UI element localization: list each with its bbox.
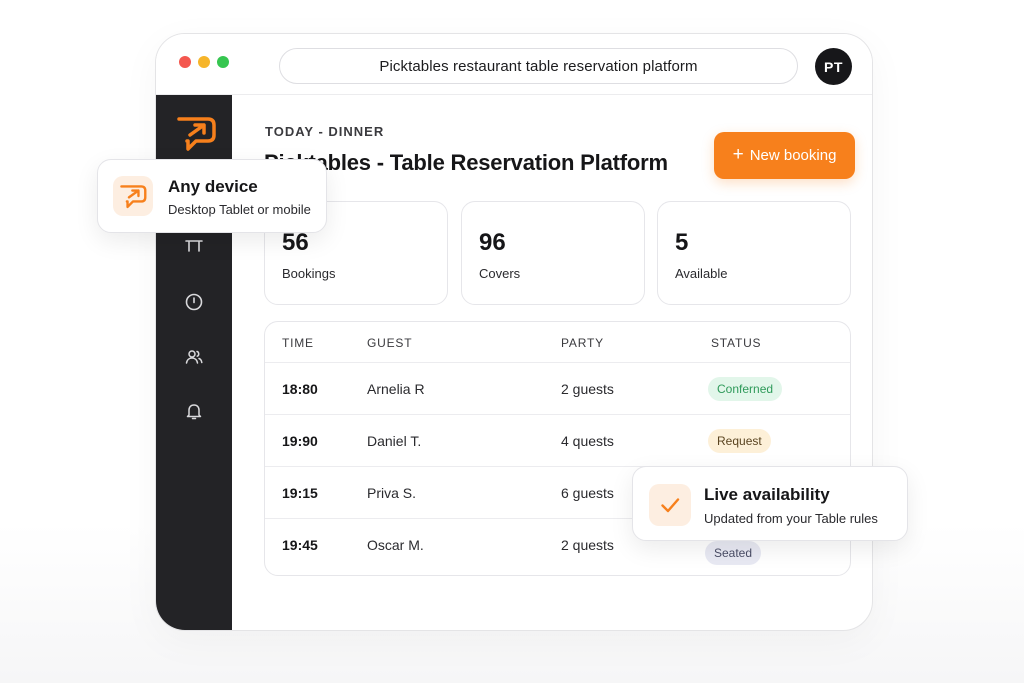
row-party: 2 guests — [561, 381, 614, 397]
stat-value: 96 — [479, 229, 506, 256]
row-time: 19:90 — [282, 433, 318, 449]
check-icon-tile — [649, 484, 691, 526]
window-close-dot[interactable] — [179, 56, 191, 68]
stat-label: Available — [675, 266, 728, 281]
row-party: 6 guests — [561, 485, 614, 501]
column-header-party[interactable]: PARTY — [561, 336, 604, 350]
new-booking-button[interactable]: + New booking — [714, 132, 855, 179]
table-icon[interactable] — [184, 236, 204, 256]
main-content: TODAY - DINNER Picktables - Table Reserv… — [232, 95, 872, 630]
row-guest: Daniel T. — [367, 433, 422, 449]
address-bar[interactable]: Picktables restaurant table reservation … — [279, 48, 798, 84]
card-subtitle: Updated from your Table rules — [704, 511, 878, 526]
users-icon[interactable] — [184, 347, 204, 367]
row-time: 18:80 — [282, 381, 318, 397]
card-subtitle: Desktop Tablet or mobile — [168, 202, 311, 217]
row-time: 19:15 — [282, 485, 318, 501]
column-header-time[interactable]: TIME — [282, 336, 314, 350]
card-title: Any device — [168, 177, 258, 196]
column-header-status[interactable]: STATUS — [711, 336, 761, 350]
table-row[interactable]: 18:80 Arnelia R 2 guests Conferned — [265, 363, 850, 415]
logo-icon — [120, 185, 147, 209]
stat-label: Bookings — [282, 266, 336, 281]
column-header-guest[interactable]: GUEST — [367, 336, 412, 350]
browser-window: Picktables restaurant table reservation … — [155, 33, 873, 631]
status-badge[interactable]: Conferned — [708, 377, 783, 401]
window-minimize-dot[interactable] — [198, 56, 210, 68]
status-badge[interactable]: Seated — [705, 541, 762, 565]
browser-titlebar: Picktables restaurant table reservation … — [156, 34, 872, 95]
row-party: 4 quests — [561, 433, 614, 449]
user-avatar[interactable]: PT — [815, 48, 852, 85]
stat-label: Covers — [479, 266, 521, 281]
plus-icon: + — [732, 144, 744, 165]
row-time: 19:45 — [282, 537, 318, 553]
any-device-card: Any device Desktop Tablet or mobile — [97, 159, 327, 233]
row-party: 2 quests — [561, 537, 614, 553]
row-guest: Priva S. — [367, 485, 417, 501]
service-label: TODAY - DINNER — [265, 124, 385, 139]
status-badge[interactable]: Request — [708, 429, 771, 453]
live-availability-card: Live availability Updated from your Tabl… — [632, 466, 908, 541]
row-guest: Arnelia R — [367, 381, 425, 397]
stat-card-covers: 96 Covers — [461, 201, 645, 305]
device-logo-icon — [113, 176, 153, 216]
stat-value: 5 — [675, 229, 689, 256]
bell-icon[interactable] — [184, 401, 204, 421]
clock-icon[interactable] — [184, 292, 204, 312]
logo-icon[interactable] — [174, 111, 218, 155]
stat-value: 56 — [282, 229, 309, 256]
check-icon — [661, 498, 680, 513]
window-maximize-dot[interactable] — [217, 56, 229, 68]
table-header: TIME GUEST PARTY STATUS — [265, 322, 850, 363]
stat-card-available: 5 Available — [657, 201, 851, 305]
row-guest: Oscar M. — [367, 537, 424, 553]
new-booking-label: New booking — [749, 147, 837, 164]
card-title: Live availability — [704, 485, 830, 504]
table-row[interactable]: 19:90 Daniel T. 4 quests Request — [265, 415, 850, 467]
